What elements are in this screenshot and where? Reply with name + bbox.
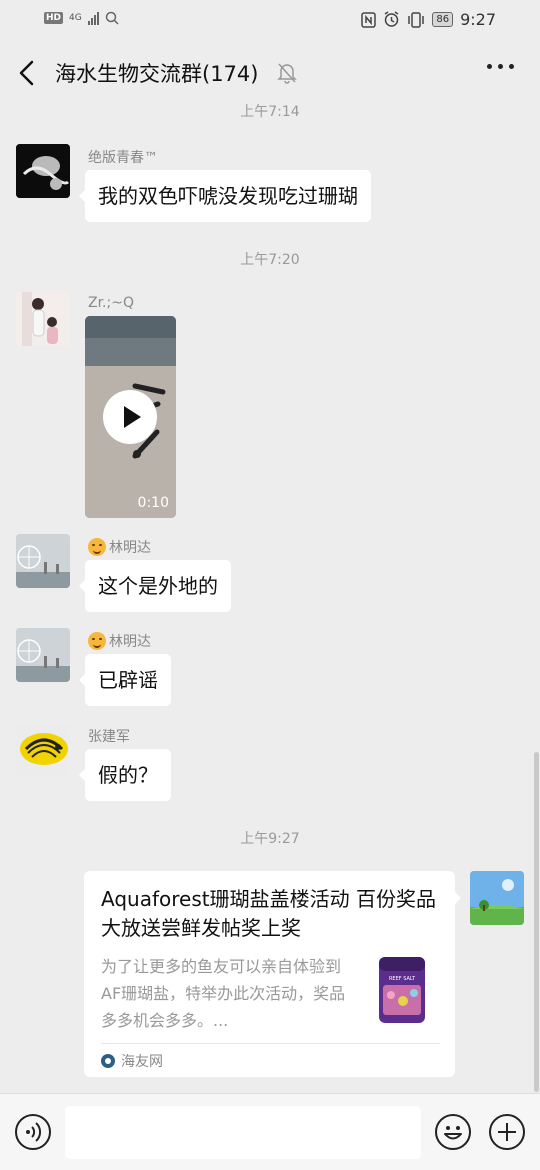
back-icon[interactable]	[14, 58, 42, 88]
message-bubble[interactable]: 假的？	[79, 749, 171, 801]
chat-header: 海水生物交流群(174)	[0, 42, 540, 106]
timestamp: 上午9:27	[240, 831, 300, 847]
smile-emoji-icon	[88, 632, 106, 650]
link-card-source: 海友网	[101, 1051, 163, 1071]
battery-icon: 86	[432, 12, 454, 27]
avatar[interactable]	[16, 628, 70, 682]
sender-name-text: 林明达	[109, 540, 151, 556]
source-name: 海友网	[121, 1054, 163, 1070]
avatar[interactable]	[16, 534, 70, 588]
play-icon[interactable]	[103, 390, 157, 444]
link-card[interactable]: Aquaforest珊瑚盐盖楼活动 百份奖品大放送尝鲜发帖奖上奖 为了让更多的鱼…	[84, 871, 461, 1077]
mute-bell-icon	[277, 63, 297, 84]
network-type: 4G	[69, 13, 82, 23]
avatar[interactable]	[16, 144, 70, 198]
message-input[interactable]	[65, 1106, 421, 1159]
thumb-label: REEF SALT	[389, 976, 416, 982]
product-thumbnail: REEF SALT	[379, 957, 425, 1023]
signal-icon	[87, 11, 99, 25]
emoji-button[interactable]	[435, 1114, 471, 1150]
nfc-icon	[361, 11, 377, 28]
alarm-icon	[384, 11, 399, 27]
chat-title: 海水生物交流群(174)	[55, 62, 259, 86]
status-left: HD 4G	[44, 11, 119, 25]
scrollbar[interactable]	[534, 752, 539, 1092]
sender-name: 林明达	[88, 537, 151, 557]
status-right: 86 9:27	[361, 10, 496, 29]
message-bubble[interactable]: 我的双色吓唬没发现吃过珊瑚	[79, 170, 371, 222]
timestamp: 上午7:14	[240, 104, 300, 120]
source-logo-icon	[101, 1054, 115, 1068]
timestamp: 上午7:20	[240, 252, 300, 268]
video-message[interactable]: 0:10	[85, 316, 176, 518]
link-card-description: 为了让更多的鱼友可以亲自体验到AF珊瑚盐，特举办此次活动，奖品多多机会多多。..…	[101, 957, 346, 1030]
status-time: 9:27	[460, 10, 496, 29]
sender-name: 林明达	[88, 631, 151, 651]
link-card-title: Aquaforest珊瑚盐盖楼活动 百份奖品大放送尝鲜发帖奖上奖	[101, 887, 436, 940]
search-icon	[105, 11, 119, 25]
my-avatar[interactable]	[470, 871, 524, 925]
smile-icon	[444, 1126, 462, 1140]
sender-name: 张建军	[88, 729, 130, 745]
voice-icon	[26, 1122, 42, 1142]
message-bubble[interactable]: 这个是外地的	[79, 560, 231, 612]
more-options-button[interactable]	[487, 64, 514, 69]
status-bar: HD 4G 86 9:27	[0, 0, 540, 40]
sender-name-text: 林明达	[109, 634, 151, 650]
sender-name: Zr.;~Q	[88, 295, 134, 311]
card-divider	[101, 1043, 440, 1044]
avatar[interactable]	[16, 292, 70, 346]
hd-badge: HD	[44, 12, 64, 24]
vibrate-icon	[408, 11, 425, 28]
smile-emoji-icon	[88, 538, 106, 556]
avatar[interactable]	[16, 723, 70, 777]
input-bar	[0, 1093, 540, 1170]
voice-input-button[interactable]	[15, 1114, 51, 1150]
message-bubble[interactable]: 已辟谣	[79, 654, 171, 706]
video-duration: 0:10	[137, 495, 169, 511]
sender-name: 绝版青春™	[88, 150, 158, 166]
add-more-button[interactable]	[489, 1114, 525, 1150]
